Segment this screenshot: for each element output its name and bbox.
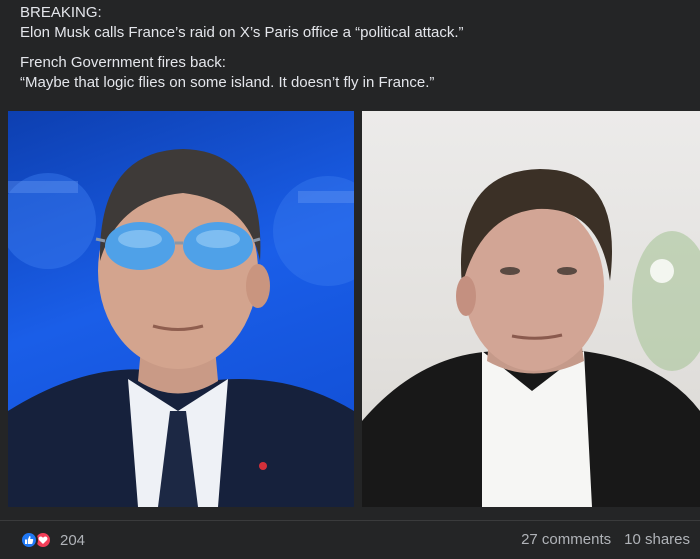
post-line-breaking: BREAKING: <box>20 4 102 21</box>
post-stats: 27 comments 10 shares <box>521 531 690 548</box>
post-footer: 204 27 comments 10 shares <box>0 520 700 559</box>
photo-right-illustration <box>362 169 700 507</box>
reaction-count: 204 <box>60 531 86 549</box>
photo-left[interactable] <box>8 111 354 507</box>
post-line-quote: “Maybe that logic flies on some island. … <box>20 74 435 91</box>
post-line-headline: Elon Musk calls France’s raid on X’s Par… <box>20 24 464 41</box>
photo-collage[interactable] <box>8 107 700 507</box>
photo-left-illustration <box>8 149 354 507</box>
photo-right[interactable] <box>362 111 700 507</box>
like-icon <box>20 531 38 549</box>
comments-link[interactable]: 27 comments <box>521 531 611 548</box>
post-text: BREAKING: Elon Musk calls France’s raid … <box>20 3 680 93</box>
shares-link[interactable]: 10 shares <box>624 531 690 548</box>
reaction-summary[interactable]: 204 <box>20 531 85 549</box>
post-line-response-intro: French Government fires back: <box>20 54 226 71</box>
